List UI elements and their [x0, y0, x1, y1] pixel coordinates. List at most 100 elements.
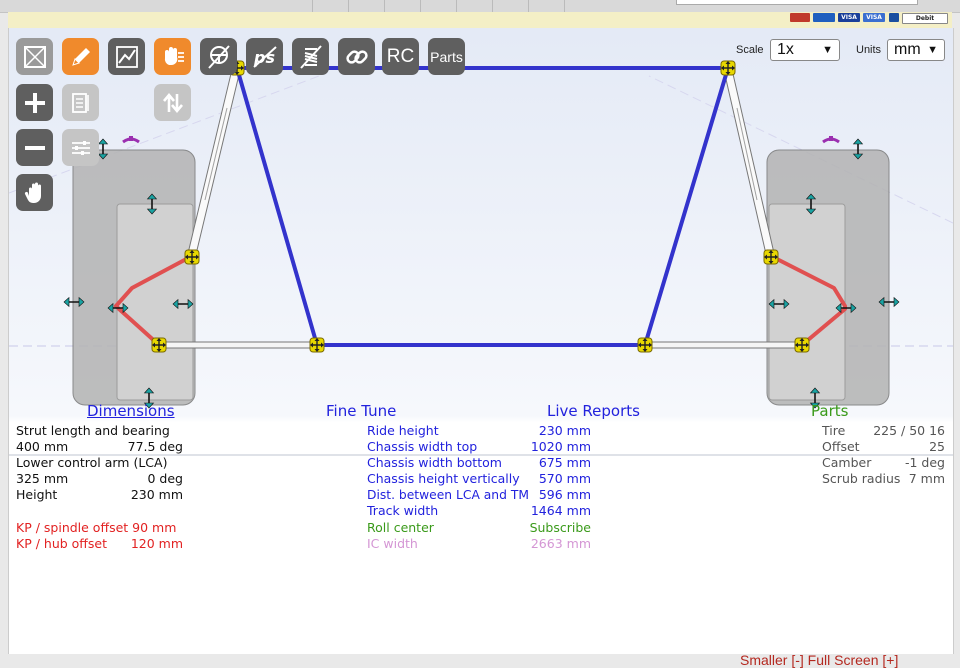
zoom-in-button[interactable] [16, 84, 53, 121]
height-label: Height [16, 487, 58, 502]
fine-tune-value: 570 mm [538, 471, 591, 486]
toolbar-divider [492, 0, 493, 12]
toolbar-divider [528, 0, 529, 12]
visa-electron-icon: VISA [863, 13, 885, 22]
hand-icon [24, 182, 41, 203]
maestro-icon [813, 13, 835, 22]
fine-tune-label[interactable]: Ride height [367, 423, 439, 439]
spring-icon [299, 44, 322, 69]
link-button[interactable] [338, 38, 375, 75]
scrub-radius-value: 7 mm [908, 471, 945, 486]
fine-tune-label[interactable]: Dist. between LCA and TM [367, 487, 529, 503]
fine-tune-value: 1464 mm [530, 503, 591, 518]
ic-width-label: IC width [367, 536, 418, 551]
graph-button[interactable] [108, 38, 145, 75]
plus-icon [24, 92, 45, 113]
suspension-designer-app: ps RC Parts Scale 1x ▼ Units mm ▼ Dimens… [8, 28, 954, 654]
units-value: mm [894, 41, 921, 58]
kp-hub-offset-label: KP / hub offset [16, 536, 108, 551]
toolbar-divider [312, 0, 313, 12]
steering-button[interactable] [200, 38, 237, 75]
toolbar-divider [384, 0, 385, 12]
strut-length-value: 400 mm [16, 439, 69, 454]
fine-tune-value: 1020 mm [530, 439, 591, 454]
draw-mode-button[interactable] [62, 38, 99, 75]
left-wheel-rim [116, 203, 194, 401]
dimensions-heading[interactable]: Dimensions [87, 402, 175, 420]
visa-card-icon: VISA [838, 13, 860, 22]
ic-width-value: 2663 mm [530, 536, 591, 551]
scale-value: 1x [777, 41, 794, 58]
left-strut-bottom-joint[interactable] [184, 249, 200, 265]
right-ball-joint[interactable] [794, 337, 810, 353]
steering-wheel-icon [207, 44, 230, 69]
mastercard-icon [790, 13, 810, 22]
scale-label: Scale [736, 44, 764, 56]
frame-icon [23, 45, 46, 68]
kp-hub-offset-value: 120 mm [130, 536, 183, 551]
spring-rate-button[interactable] [292, 38, 329, 75]
camber-value: -1 deg [905, 455, 945, 470]
live-reports-heading[interactable]: Live Reports [547, 402, 640, 420]
height-value: 230 mm [130, 487, 183, 502]
toolbar-divider [564, 0, 565, 12]
chevron-down-icon: ▼ [927, 44, 938, 56]
swap-button[interactable] [154, 84, 191, 121]
parts-button[interactable]: Parts [428, 38, 465, 75]
fine-tune-heading[interactable]: Fine Tune [326, 402, 396, 420]
toolbar-divider [456, 0, 457, 12]
pan-button[interactable] [16, 174, 53, 211]
fine-tune-label[interactable]: Chassis width bottom [367, 455, 502, 471]
units-select[interactable]: mm ▼ [887, 39, 945, 61]
top-text-input[interactable] [676, 0, 918, 5]
roll-center-button[interactable]: RC [382, 38, 419, 75]
hand-spring-icon [164, 46, 184, 65]
chevron-down-icon: ▼ [822, 44, 833, 56]
graph-icon [115, 45, 138, 68]
left-ball-joint[interactable] [151, 337, 167, 353]
offset-value: 25 [929, 439, 945, 454]
zoom-out-button[interactable] [16, 129, 53, 166]
tire-value: 225 / 50 16 [873, 423, 945, 438]
fine-tune-value: 230 mm [538, 423, 591, 438]
chain-link-icon [345, 49, 368, 64]
suspension-canvas[interactable] [9, 28, 953, 654]
toolbar-divider [420, 0, 421, 12]
notes-button[interactable] [62, 84, 99, 121]
pencil-icon [71, 47, 90, 66]
up-down-arrows-icon [162, 92, 183, 113]
strut-bearing-value: 77.5 deg [127, 439, 183, 454]
fine-tune-value: 596 mm [538, 487, 591, 502]
payment-cards-banner [8, 12, 952, 28]
lca-length-value: 325 mm [16, 471, 69, 486]
left-lca-chassis-joint[interactable] [309, 337, 325, 353]
fine-tune-value: 675 mm [538, 455, 591, 470]
parts-heading[interactable]: Parts [811, 402, 848, 420]
settings-sliders-button[interactable] [62, 129, 99, 166]
frame-view-button[interactable] [16, 38, 53, 75]
right-lca-chassis-joint[interactable] [637, 337, 653, 353]
right-strut-top-mount-joint[interactable] [720, 60, 736, 76]
suspension-button[interactable] [154, 38, 191, 75]
right-wheel-rim [768, 203, 846, 401]
footer-size-controls[interactable]: Smaller [-] Full Screen [+] [740, 652, 898, 668]
units-label: Units [856, 44, 882, 56]
lca-angle-value: 0 deg [147, 471, 184, 486]
sliders-icon [71, 140, 90, 155]
document-icon [71, 92, 89, 113]
kp-spindle-offset: KP / spindle offset 90 mm [16, 520, 177, 535]
fine-tune-label[interactable]: Track width [367, 503, 438, 519]
tire-label: Tire [822, 423, 846, 438]
roll-center-label: Roll center [367, 520, 434, 535]
scale-select[interactable]: 1x ▼ [770, 39, 840, 61]
strut-label: Strut length and bearing [16, 423, 170, 438]
lca-label: Lower control arm (LCA) [16, 455, 168, 470]
subscribe-link[interactable]: Subscribe [489, 520, 591, 536]
fine-tune-label[interactable]: Chassis width top [367, 439, 477, 455]
power-steering-button[interactable]: ps [246, 38, 283, 75]
ps-icon: ps [253, 45, 277, 68]
minus-icon [24, 145, 45, 150]
toolbar-divider [348, 0, 349, 12]
card-icon [889, 13, 899, 22]
right-strut-bottom-joint[interactable] [763, 249, 779, 265]
